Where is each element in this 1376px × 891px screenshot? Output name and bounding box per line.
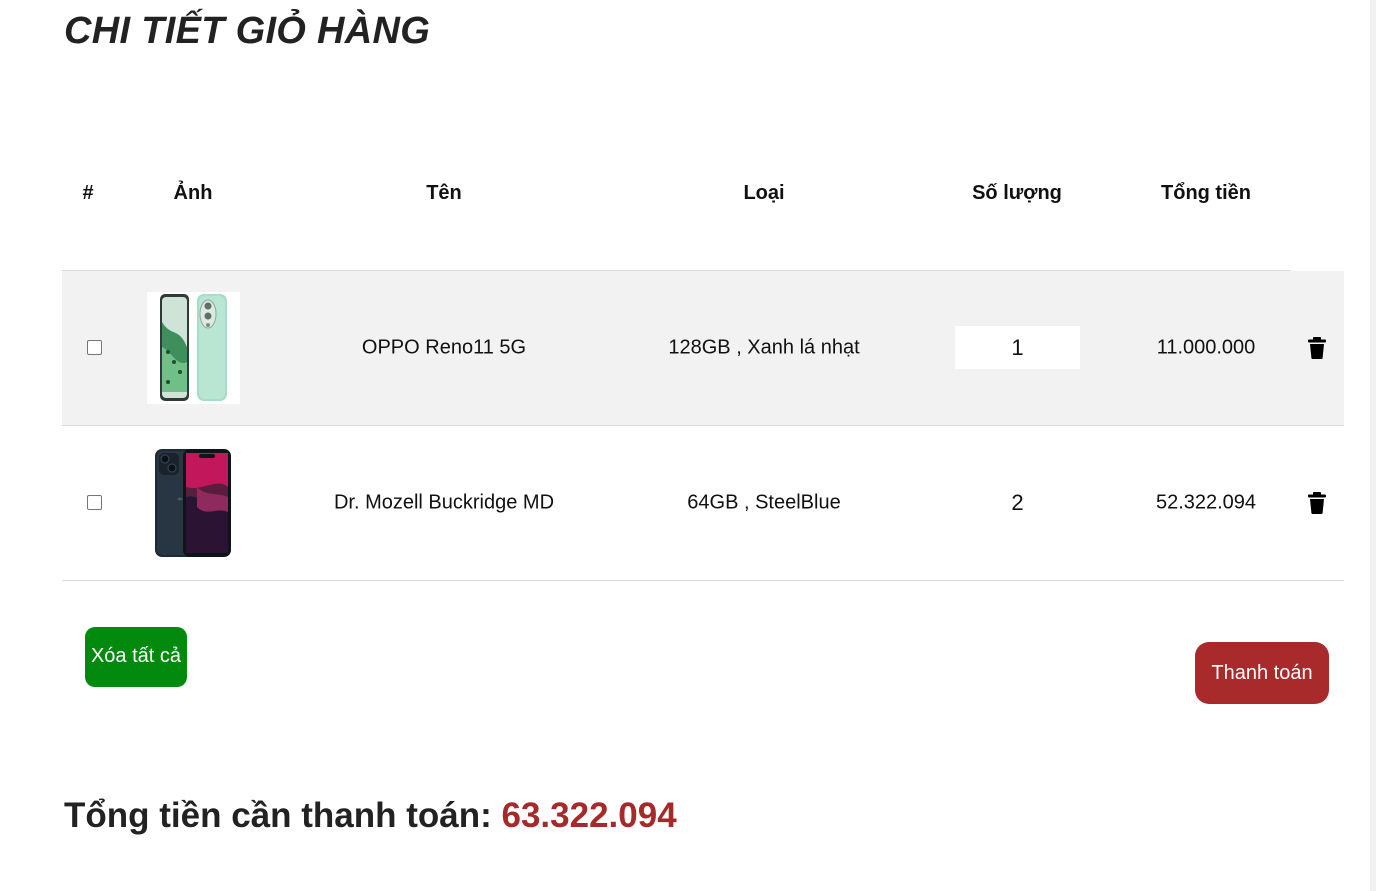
column-header-index: #	[82, 182, 94, 204]
product-variant: 128GB , Xanh lá nhạt	[668, 336, 860, 359]
grand-total: Tổng tiền cần thanh toán: 63.322.094	[64, 796, 677, 836]
clear-all-button[interactable]: Xóa tất cả	[85, 627, 187, 687]
product-variant: 64GB , SteelBlue	[687, 491, 841, 514]
trash-icon[interactable]	[1307, 337, 1327, 359]
grand-total-amount: 63.322.094	[501, 796, 677, 835]
column-header-variant: Loại	[743, 182, 785, 204]
row-total: 52.322.094	[1155, 491, 1257, 514]
table-row: Dr. Mozell Buckridge MD 64GB , SteelBlue…	[62, 426, 1344, 581]
row-select-checkbox[interactable]	[87, 495, 102, 510]
cart-page: CHI TIẾT GIỎ HÀNG # Ảnh Tên Loại Số lượn…	[0, 0, 1376, 891]
row-select-checkbox[interactable]	[87, 340, 102, 355]
cart-table: # Ảnh Tên Loại Số lượng Tổng tiền OPPO R…	[62, 116, 1344, 581]
quantity-input[interactable]: 1	[955, 326, 1080, 369]
product-name: OPPO Reno11 5G	[361, 336, 527, 359]
grand-total-label: Tổng tiền cần thanh toán:	[64, 796, 492, 835]
table-header: # Ảnh Tên Loại Số lượng Tổng tiền	[62, 116, 1344, 271]
column-header-image: Ảnh	[173, 182, 213, 204]
scrollbar-track[interactable]	[1370, 0, 1376, 891]
phone-iphone-dark-icon	[147, 447, 240, 559]
trash-icon[interactable]	[1307, 492, 1327, 514]
phone-oppo-reno11-green-icon	[147, 292, 240, 404]
column-header-quantity: Số lượng	[972, 182, 1062, 204]
product-name: Dr. Mozell Buckridge MD	[333, 491, 555, 514]
table-row: OPPO Reno11 5G 128GB , Xanh lá nhạt 1 11…	[62, 271, 1344, 426]
page-title: CHI TIẾT GIỎ HÀNG	[64, 10, 431, 52]
column-header-name: Tên	[426, 182, 462, 204]
row-total: 11.000.000	[1156, 336, 1256, 359]
quantity-input[interactable]: 2	[955, 481, 1080, 524]
column-header-total: Tổng tiền	[1161, 182, 1251, 204]
checkout-button[interactable]: Thanh toán	[1195, 642, 1329, 704]
